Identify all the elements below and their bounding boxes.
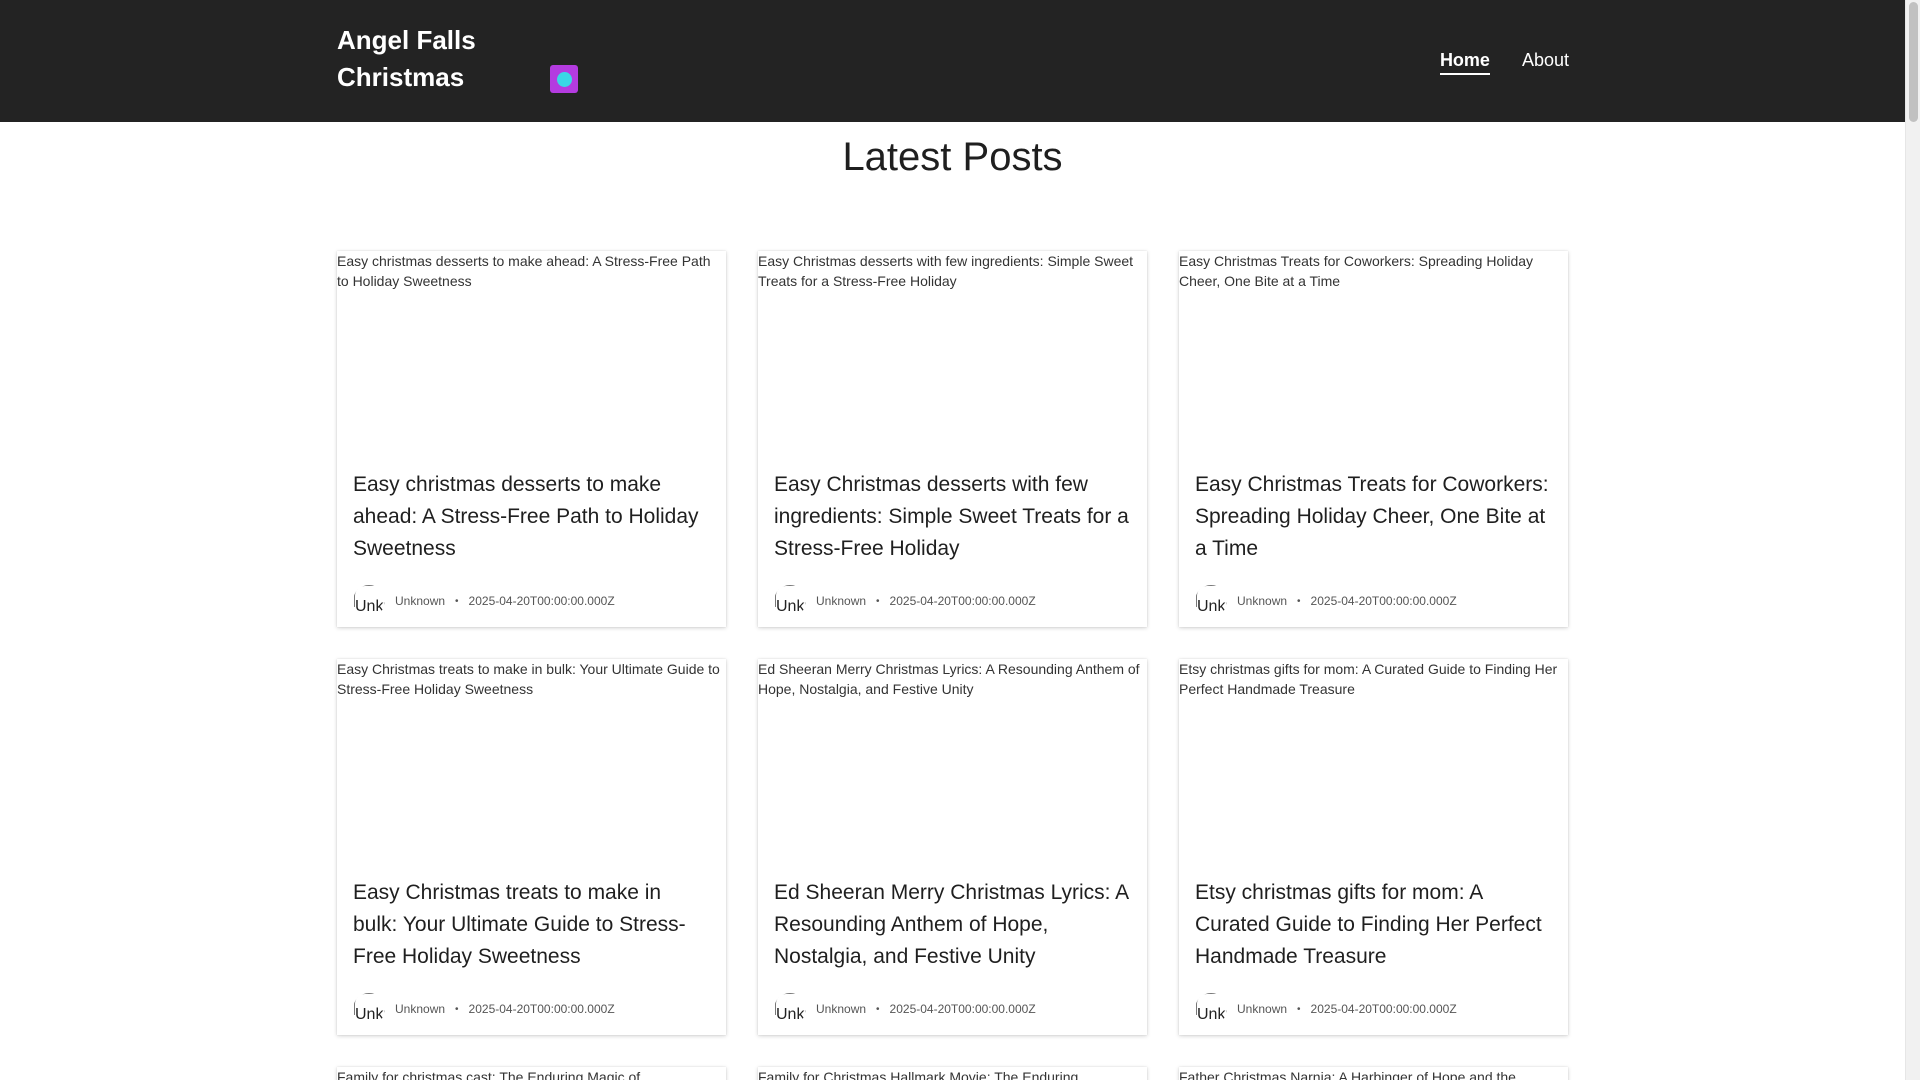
meta-separator: •	[1297, 1003, 1301, 1015]
post-author: Unknown	[816, 594, 867, 608]
post-title[interactable]: Easy Christmas Treats for Coworkers: Spr…	[1195, 469, 1552, 565]
post-author: Unknown	[816, 1002, 867, 1016]
author-avatar: Unknown	[1195, 993, 1227, 1025]
post-image[interactable]: Family for Christmas Hallmark Movie: The…	[758, 1067, 1147, 1080]
post-date: 2025-04-20T00:00:00.000Z	[1310, 1002, 1457, 1016]
author-avatar: Unknown	[353, 585, 385, 617]
meta-separator: •	[455, 1003, 459, 1015]
author-avatar: Unknown	[774, 993, 806, 1025]
post-card[interactable]: Easy Christmas Treats for Coworkers: Spr…	[1179, 251, 1568, 627]
post-card[interactable]: Easy christmas desserts to make ahead: A…	[337, 251, 726, 627]
post-image[interactable]: Etsy christmas gifts for mom: A Curated …	[1179, 659, 1568, 859]
site-brand[interactable]: Angel Falls Christmas	[337, 22, 507, 96]
meta-separator: •	[876, 595, 880, 607]
main-nav: Home About	[1439, 48, 1569, 75]
post-title[interactable]: Easy Christmas treats to make in bulk: Y…	[353, 877, 710, 973]
post-date: 2025-04-20T00:00:00.000Z	[468, 594, 615, 608]
post-image[interactable]: Easy Christmas desserts with few ingredi…	[758, 251, 1147, 451]
page-title: Latest Posts	[842, 135, 1063, 179]
post-meta: Unknown Unknown • 2025-04-20T00:00:00.00…	[774, 993, 1131, 1025]
post-image[interactable]: Easy Christmas treats to make in bulk: Y…	[337, 659, 726, 859]
post-card[interactable]: Ed Sheeran Merry Christmas Lyrics: A Res…	[758, 659, 1147, 1035]
post-date: 2025-04-20T00:00:00.000Z	[1310, 594, 1457, 608]
site-header: Angel Falls Christmas Home About	[0, 0, 1905, 122]
posts-grid: Easy christmas desserts to make ahead: A…	[337, 251, 1569, 1035]
post-card[interactable]: Easy Christmas desserts with few ingredi…	[758, 251, 1147, 627]
post-image[interactable]: Father Christmas Narnia: A Harbinger of …	[1179, 1067, 1568, 1080]
post-author: Unknown	[1237, 1002, 1288, 1016]
author-avatar: Unknown	[774, 585, 806, 617]
post-image[interactable]: Family for christmas cast: The Enduring …	[337, 1067, 726, 1080]
post-title[interactable]: Etsy christmas gifts for mom: A Curated …	[1195, 877, 1552, 973]
post-meta: Unknown Unknown • 2025-04-20T00:00:00.00…	[1195, 585, 1552, 617]
nav-link-about[interactable]: About	[1522, 48, 1569, 75]
meta-separator: •	[1297, 595, 1301, 607]
nav-link-home[interactable]: Home	[1439, 48, 1490, 75]
post-author: Unknown	[1237, 594, 1288, 608]
post-title[interactable]: Ed Sheeran Merry Christmas Lyrics: A Res…	[774, 877, 1131, 973]
post-image[interactable]: Ed Sheeran Merry Christmas Lyrics: A Res…	[758, 659, 1147, 859]
post-image[interactable]: Easy Christmas Treats for Coworkers: Spr…	[1179, 251, 1568, 451]
post-title[interactable]: Easy Christmas desserts with few ingredi…	[774, 469, 1131, 565]
posts-grid-next-row: Family for christmas cast: The Enduring …	[337, 1067, 1569, 1080]
post-date: 2025-04-20T00:00:00.000Z	[889, 1002, 1036, 1016]
post-meta: Unknown Unknown • 2025-04-20T00:00:00.00…	[353, 993, 710, 1025]
meta-separator: •	[455, 595, 459, 607]
page-scrollbar[interactable]	[1905, 0, 1920, 1080]
author-avatar: Unknown	[353, 993, 385, 1025]
post-author: Unknown	[395, 1002, 446, 1016]
post-date: 2025-04-20T00:00:00.000Z	[889, 594, 1036, 608]
post-title[interactable]: Easy christmas desserts to make ahead: A…	[353, 469, 710, 565]
post-card[interactable]: Easy Christmas treats to make in bulk: Y…	[337, 659, 726, 1035]
meta-separator: •	[876, 1003, 880, 1015]
post-date: 2025-04-20T00:00:00.000Z	[468, 1002, 615, 1016]
post-card[interactable]: Etsy christmas gifts for mom: A Curated …	[1179, 659, 1568, 1035]
post-meta: Unknown Unknown • 2025-04-20T00:00:00.00…	[774, 585, 1131, 617]
author-avatar: Unknown	[1195, 585, 1227, 617]
scrollbar-thumb[interactable]	[1909, 2, 1918, 122]
theme-toggle-button[interactable]	[550, 65, 578, 93]
post-image[interactable]: Easy christmas desserts to make ahead: A…	[337, 251, 726, 451]
post-author: Unknown	[395, 594, 446, 608]
theme-toggle-icon	[556, 71, 572, 87]
post-meta: Unknown Unknown • 2025-04-20T00:00:00.00…	[353, 585, 710, 617]
post-meta: Unknown Unknown • 2025-04-20T00:00:00.00…	[1195, 993, 1552, 1025]
